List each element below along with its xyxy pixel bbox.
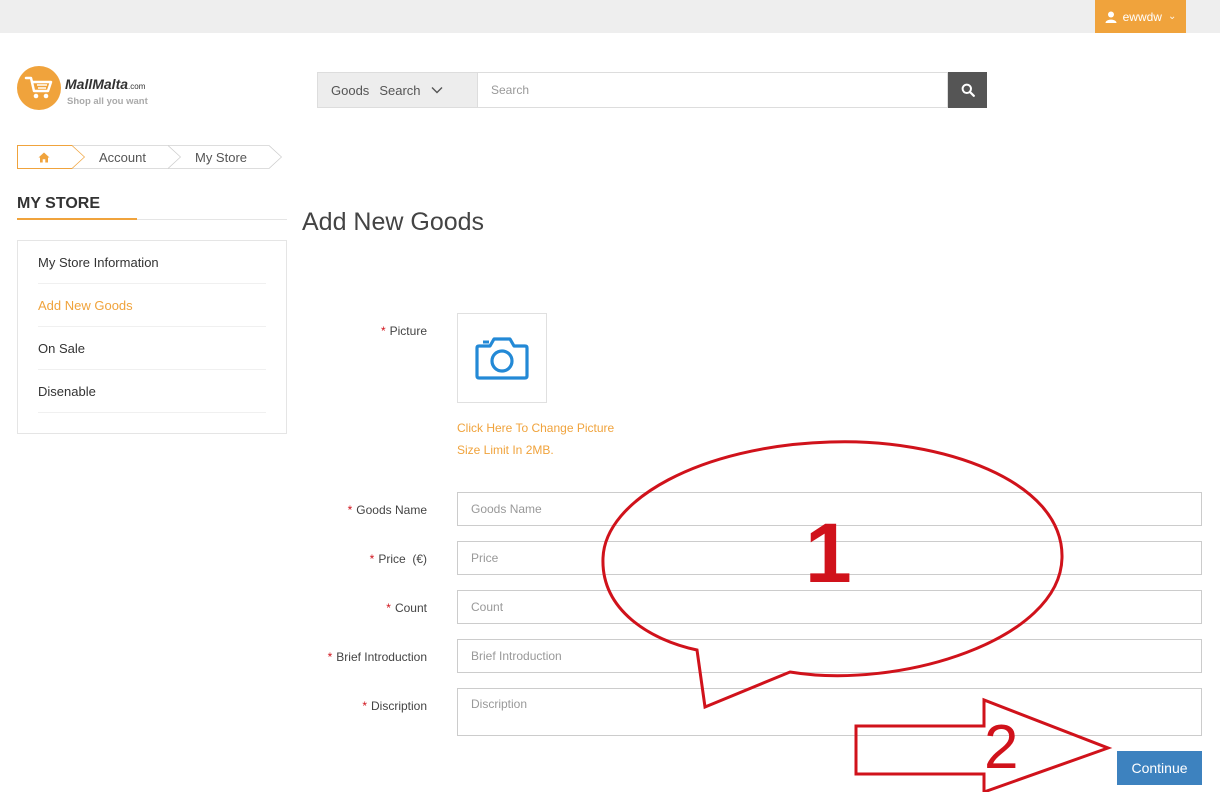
search-category-label: Goods — [331, 82, 370, 98]
sidebar-item-store-information[interactable]: My Store Information — [38, 241, 266, 284]
picture-upload[interactable] — [457, 313, 547, 403]
sidebar-title-underline — [17, 218, 137, 220]
description-label: * Discription — [362, 699, 427, 713]
search-category-action: Search — [379, 82, 421, 98]
breadcrumb-home[interactable] — [17, 145, 85, 169]
change-picture-link[interactable]: Click Here To Change Picture — [457, 421, 614, 435]
sidebar-item-on-sale[interactable]: On Sale — [38, 327, 266, 370]
brief-introduction-label: * Brief Introduction — [327, 650, 427, 664]
camera-icon — [475, 337, 529, 380]
logo-tagline: Shop all you want — [67, 96, 148, 107]
annotation-number-2: 2 — [984, 713, 1019, 782]
picture-size-limit: Size Limit In 2MB. — [457, 443, 554, 457]
username: ewwdw — [1122, 9, 1162, 24]
home-icon — [38, 152, 50, 162]
breadcrumb-label: My Store — [194, 149, 247, 165]
breadcrumb-account[interactable]: Account — [72, 145, 181, 169]
user-menu-button[interactable]: ewwdw ⌄ — [1095, 0, 1186, 33]
site-logo[interactable]: MallMalta.com Shop all you want — [17, 66, 167, 112]
chevron-down-icon: ⌄ — [1167, 11, 1177, 22]
breadcrumb-my-store[interactable]: My Store — [167, 145, 283, 169]
sidebar-item-add-new-goods[interactable]: Add New Goods — [38, 284, 266, 327]
logo-name: MallMalta.com — [65, 76, 146, 92]
user-icon — [1105, 11, 1117, 23]
chevron-down-icon — [431, 87, 443, 94]
sidebar-menu: My Store Information Add New Goods On Sa… — [17, 240, 287, 434]
shopping-cart-icon — [17, 66, 61, 110]
sidebar-title: MY STORE — [17, 195, 100, 212]
description-textarea[interactable] — [457, 688, 1202, 736]
breadcrumb: Account My Store — [17, 145, 283, 169]
picture-label: * Picture — [380, 324, 427, 338]
page-title: Add New Goods — [302, 208, 485, 236]
continue-button[interactable]: Continue — [1117, 751, 1202, 785]
search-button[interactable] — [948, 72, 987, 108]
breadcrumb-label: Account — [99, 149, 146, 165]
goods-name-label: * Goods Name — [347, 503, 427, 517]
top-bar: ewwdw ⌄ — [0, 0, 1220, 33]
brief-introduction-input[interactable] — [457, 639, 1202, 673]
search-category-dropdown[interactable]: Goods Search — [317, 72, 477, 108]
price-label: * Price (€) — [369, 552, 427, 566]
annotation-number-1: 1 — [805, 506, 852, 600]
sidebar-item-disenable[interactable]: Disenable — [38, 370, 266, 413]
required-mark: * — [380, 324, 386, 338]
count-label: * Count — [386, 601, 427, 615]
search-icon — [961, 83, 975, 97]
search-bar: Goods Search — [317, 72, 987, 108]
search-input[interactable] — [477, 72, 948, 108]
